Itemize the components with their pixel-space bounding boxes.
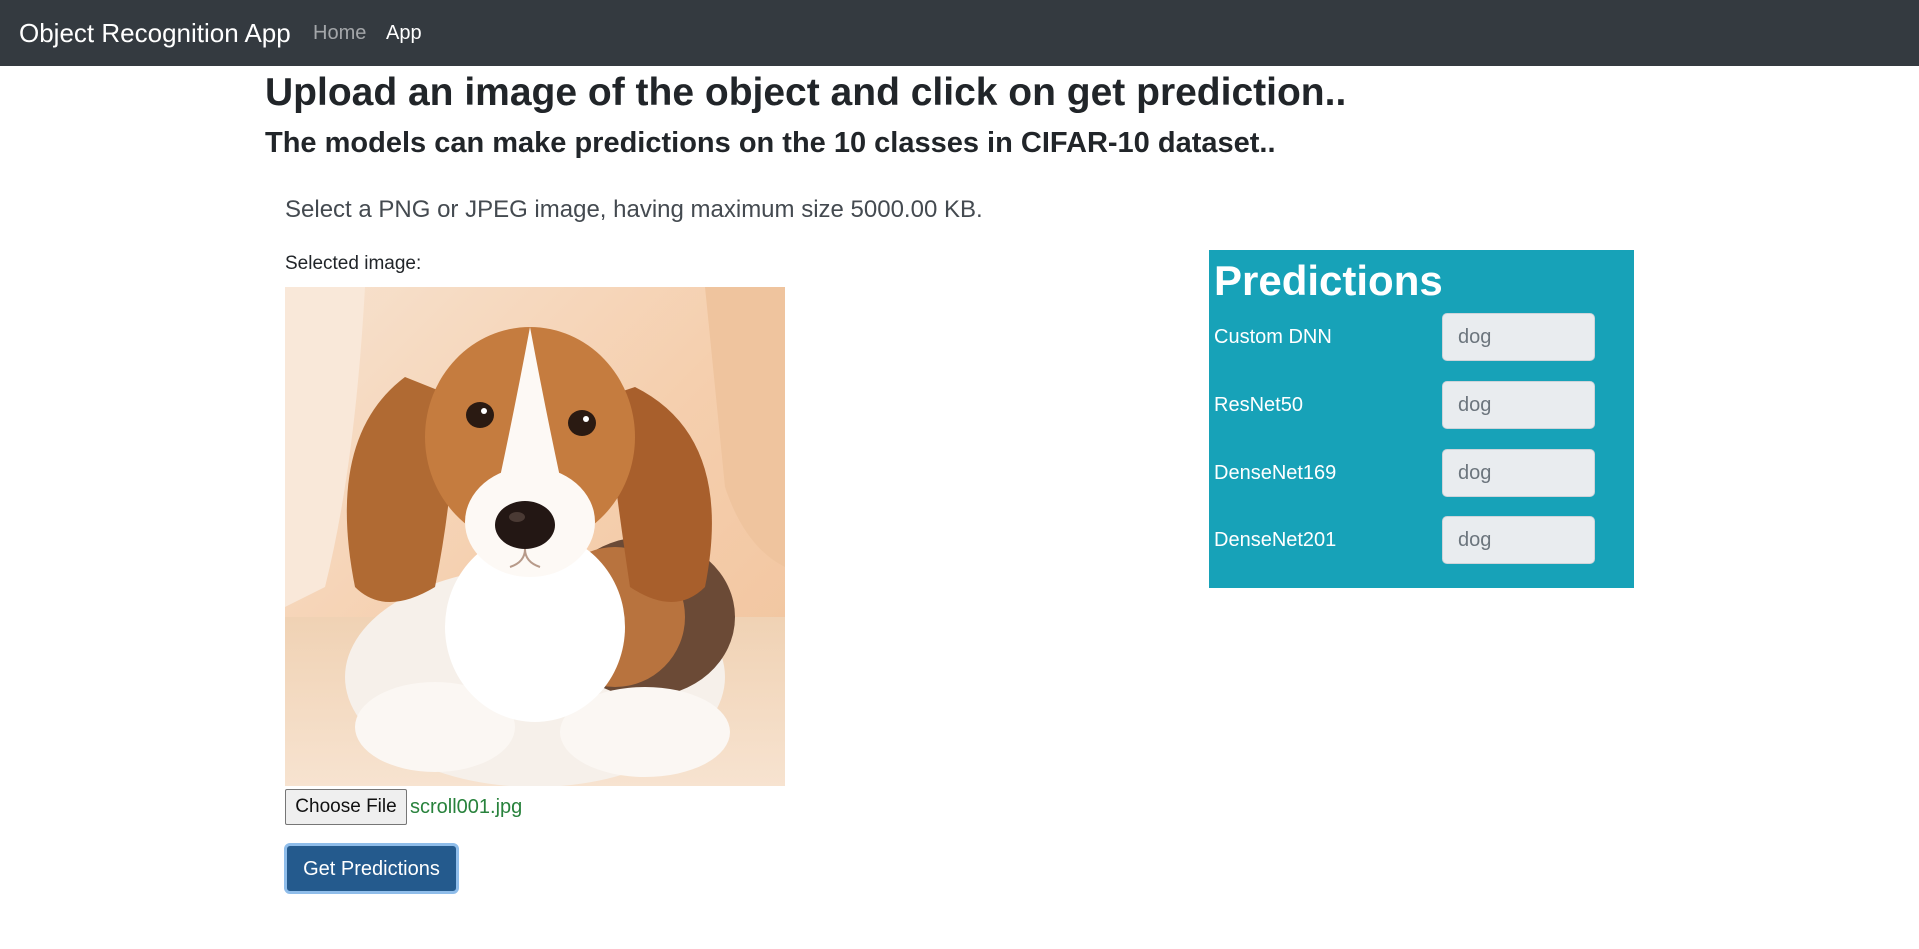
prediction-row-densenet169: DenseNet169 xyxy=(1209,449,1634,497)
upload-instruction: Select a PNG or JPEG image, having maxim… xyxy=(285,196,983,223)
selected-image-preview xyxy=(285,287,785,786)
nav-link-app[interactable]: App xyxy=(386,20,422,46)
choose-file-button[interactable]: Choose File xyxy=(285,789,407,825)
model-label: DenseNet169 xyxy=(1214,462,1337,484)
nav-link-home[interactable]: Home xyxy=(313,20,366,46)
prediction-field-resnet50[interactable] xyxy=(1442,381,1595,429)
model-label: DenseNet201 xyxy=(1214,529,1337,551)
predictions-title: Predictions xyxy=(1214,257,1443,304)
model-label: ResNet50 xyxy=(1214,394,1303,416)
prediction-row-densenet201: DenseNet201 xyxy=(1209,516,1634,564)
predictions-panel: Predictions Custom DNN ResNet50 DenseNet… xyxy=(1209,250,1634,588)
prediction-row-resnet50: ResNet50 xyxy=(1209,381,1634,429)
prediction-row-custom-dnn: Custom DNN xyxy=(1209,313,1634,361)
prediction-field-densenet169[interactable] xyxy=(1442,449,1595,497)
beagle-photo xyxy=(285,287,785,786)
selected-image-label: Selected image: xyxy=(285,253,422,274)
selected-file-name: scroll001.jpg xyxy=(410,796,523,818)
navbar-brand[interactable]: Object Recognition App xyxy=(19,17,291,49)
prediction-field-densenet201[interactable] xyxy=(1442,516,1595,564)
prediction-field-custom-dnn[interactable] xyxy=(1442,313,1595,361)
top-navbar: Object Recognition App Home App xyxy=(0,0,1919,66)
get-predictions-button[interactable]: Get Predictions xyxy=(284,843,459,894)
page-heading: Upload an image of the object and click … xyxy=(265,71,1347,114)
page-subheading: The models can make predictions on the 1… xyxy=(265,127,1276,159)
model-label: Custom DNN xyxy=(1214,326,1332,348)
